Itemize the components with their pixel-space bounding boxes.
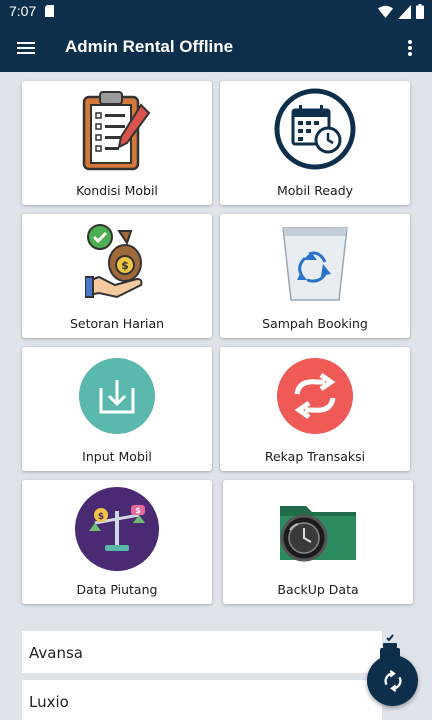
menu-card-label: Data Piutang — [76, 582, 158, 597]
menu-card-label: Setoran Harian — [69, 316, 165, 331]
menu-card-label: Mobil Ready — [276, 183, 354, 198]
svg-text:$: $ — [98, 512, 104, 522]
app-bar: Admin Rental Offline — [0, 24, 432, 72]
status-icons — [378, 4, 424, 19]
car-list-item[interactable]: Luxio — [22, 680, 382, 720]
menu-card-sampah-booking[interactable]: Sampah Booking — [220, 214, 410, 338]
menu-card-label: BackUp Data — [277, 582, 359, 597]
sync-icon — [383, 669, 402, 692]
wifi-icon — [378, 5, 393, 18]
sync-fab-button[interactable] — [367, 655, 418, 706]
menu-card-backup-data[interactable]: BackUp Data — [223, 480, 413, 604]
menu-card-label: Kondisi Mobil — [76, 183, 158, 198]
signal-icon — [398, 4, 411, 19]
app-title: Admin Rental Offline — [65, 37, 234, 56]
car-list-item-label: Luxio — [29, 693, 69, 711]
menu-card-rekap-transaksi[interactable]: Rekap Transaksi — [220, 347, 410, 471]
calendar-clock-icon — [274, 88, 356, 170]
menu-card-input-mobil[interactable]: Input Mobil — [22, 347, 212, 471]
svg-text:$: $ — [121, 259, 129, 272]
svg-text:$: $ — [135, 506, 141, 515]
hamburger-menu-icon[interactable] — [14, 36, 38, 60]
car-list-item[interactable]: Avansa — [22, 631, 382, 673]
car-list-item-label: Avansa — [29, 644, 83, 662]
menu-card-setoran-harian[interactable]: $ Setoran Harian — [22, 214, 212, 338]
clipboard-checklist-icon — [82, 91, 151, 171]
download-icon — [79, 358, 155, 434]
backup-folder-icon — [280, 506, 356, 562]
menu-card-mobil-ready[interactable]: Mobil Ready — [220, 81, 410, 205]
scale-coins-icon: $ $ — [75, 487, 159, 571]
status-bar: 7:07 — [0, 0, 432, 24]
battery-icon — [416, 4, 424, 19]
sync-arrows-icon — [277, 358, 353, 434]
menu-card-data-piutang[interactable]: $ $ Data Piutang — [22, 480, 212, 604]
money-bag-hand-icon: $ — [85, 224, 143, 299]
menu-card-label: Sampah Booking — [262, 316, 368, 331]
recycle-bin-icon — [282, 227, 348, 301]
menu-card-label: Rekap Transaksi — [264, 449, 366, 464]
menu-card-kondisi-mobil[interactable]: Kondisi Mobil — [22, 81, 212, 205]
menu-card-label: Input Mobil — [82, 449, 152, 464]
sd-card-icon — [45, 5, 54, 17]
more-options-icon[interactable] — [398, 36, 422, 60]
status-time: 7:07 — [9, 3, 37, 19]
